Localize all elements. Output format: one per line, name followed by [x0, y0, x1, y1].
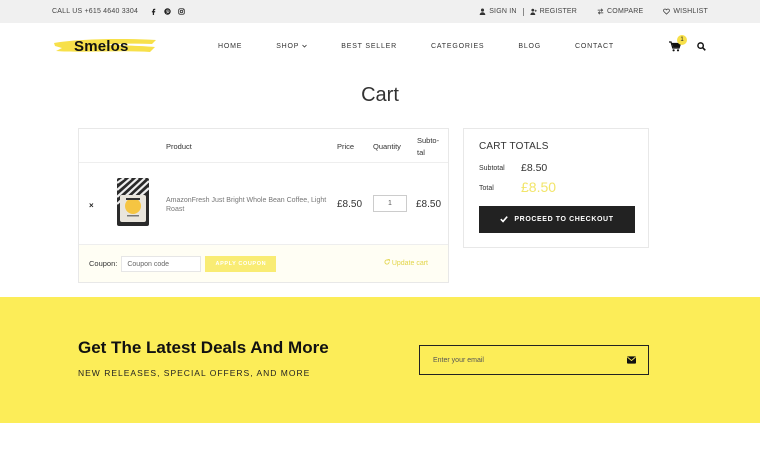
- nav-blog[interactable]: BLOG: [518, 43, 541, 50]
- product-thumbnail[interactable]: [116, 177, 150, 227]
- header-subtotal-line2: tal: [417, 148, 425, 157]
- top-bar: CALL US +615 4640 3304 SIGN IN REGISTER …: [0, 0, 760, 23]
- header-subtotal-line1: Subto-: [417, 136, 440, 145]
- product-name-link[interactable]: AmazonFresh Just Bright Whole Bean Coffe…: [166, 196, 328, 214]
- email-field[interactable]: Enter your email: [419, 345, 649, 375]
- total-value: £8.50: [521, 179, 557, 195]
- apply-coupon-button[interactable]: APPLY COUPON: [205, 255, 277, 272]
- header-icons: 1: [669, 34, 706, 52]
- user-icon: [479, 8, 486, 15]
- nav-best-seller[interactable]: BEST SELLER: [341, 43, 397, 50]
- social-links: [150, 8, 185, 15]
- total-label: Total: [479, 185, 494, 192]
- heart-icon: [663, 8, 671, 15]
- header-subtotal: Subto- tal: [417, 135, 439, 159]
- search-icon: [697, 41, 706, 51]
- wishlist-link[interactable]: WISHLIST: [663, 8, 708, 15]
- update-cart-button[interactable]: Update cart: [384, 259, 428, 267]
- nav-categories[interactable]: CATEGORIES: [431, 43, 484, 50]
- refresh-icon: [384, 259, 390, 267]
- coupon-label: Coupon:: [89, 259, 118, 268]
- proceed-to-checkout-button[interactable]: PROCEED TO CHECKOUT: [479, 206, 635, 233]
- facebook-icon[interactable]: [150, 8, 157, 15]
- quantity-input[interactable]: 1: [373, 195, 407, 212]
- email-placeholder: Enter your email: [433, 356, 484, 364]
- nav-contact-label: CONTACT: [575, 42, 614, 50]
- instagram-icon[interactable]: [178, 8, 185, 15]
- nav-home-label: HOME: [218, 42, 243, 50]
- newsletter-section: Get The Latest Deals And More NEW RELEAS…: [0, 297, 760, 423]
- nav-best-seller-label: BEST SELLER: [341, 42, 397, 50]
- nav-shop-label: SHOP: [276, 42, 300, 50]
- cart-button[interactable]: 1: [669, 34, 687, 52]
- header-quantity: Quantity: [373, 142, 401, 151]
- nav-contact[interactable]: CONTACT: [575, 43, 614, 50]
- subtotal-label: Subtotal: [479, 165, 505, 172]
- cart-count-badge: 1: [677, 34, 687, 45]
- header-product: Product: [166, 142, 192, 151]
- checkout-label: PROCEED TO CHECKOUT: [514, 216, 614, 223]
- logo[interactable]: Smelos: [52, 33, 158, 59]
- user-plus-icon: [530, 8, 537, 15]
- newsletter-subtitle: NEW RELEASES, SPECIAL OFFERS, AND MORE: [78, 368, 311, 378]
- coupon-row: Coupon: Coupon code APPLY COUPON Update …: [79, 245, 448, 282]
- top-bar-left: CALL US +615 4640 3304: [52, 8, 185, 15]
- main-nav: HOME SHOP BEST SELLER CATEGORIES BLOG CO…: [218, 43, 614, 50]
- register-link[interactable]: REGISTER: [530, 8, 577, 15]
- compare-link[interactable]: COMPARE: [597, 8, 643, 15]
- item-price: £8.50: [337, 199, 363, 210]
- sign-in-link[interactable]: SIGN IN: [479, 8, 516, 15]
- subtotal-value: £8.50: [521, 162, 548, 174]
- search-button[interactable]: [697, 41, 706, 51]
- coupon-input[interactable]: Coupon code: [121, 255, 202, 272]
- divider: [522, 7, 524, 16]
- register-label: REGISTER: [539, 8, 578, 15]
- divider: [79, 162, 448, 163]
- sign-in-label: SIGN IN: [489, 8, 517, 15]
- top-bar-right: SIGN IN REGISTER COMPARE WISHLIST: [479, 7, 708, 16]
- header-price: Price: [337, 142, 355, 151]
- check-icon: [500, 215, 509, 225]
- logo-text: Smelos: [74, 37, 129, 55]
- update-cart-label: Update cart: [391, 259, 428, 267]
- main-header: Smelos HOME SHOP BEST SELLER CATEGORIES …: [0, 23, 760, 69]
- nav-shop[interactable]: SHOP: [276, 42, 308, 50]
- exchange-icon: [597, 8, 604, 15]
- phone-text: CALL US +615 4640 3304: [52, 8, 139, 15]
- nav-blog-label: BLOG: [518, 42, 542, 50]
- nav-home[interactable]: HOME: [218, 43, 242, 50]
- envelope-icon[interactable]: [627, 356, 636, 364]
- nav-categories-label: CATEGORIES: [431, 42, 485, 50]
- compare-label: COMPARE: [607, 8, 644, 15]
- chevron-down-icon: [302, 43, 308, 50]
- wishlist-label: WISHLIST: [673, 8, 708, 15]
- page-title: Cart: [361, 84, 399, 106]
- remove-item-button[interactable]: ×: [89, 201, 94, 210]
- item-subtotal: £8.50: [416, 199, 442, 210]
- pinterest-icon[interactable]: [164, 8, 171, 15]
- cart-totals: CART TOTALS Subtotal £8.50 Total £8.50 P…: [463, 128, 649, 248]
- cart-table: Product Price Quantity Subto- tal × Amaz…: [78, 128, 449, 283]
- newsletter-title: Get The Latest Deals And More: [78, 338, 329, 357]
- cart-totals-title: CART TOTALS: [479, 141, 549, 152]
